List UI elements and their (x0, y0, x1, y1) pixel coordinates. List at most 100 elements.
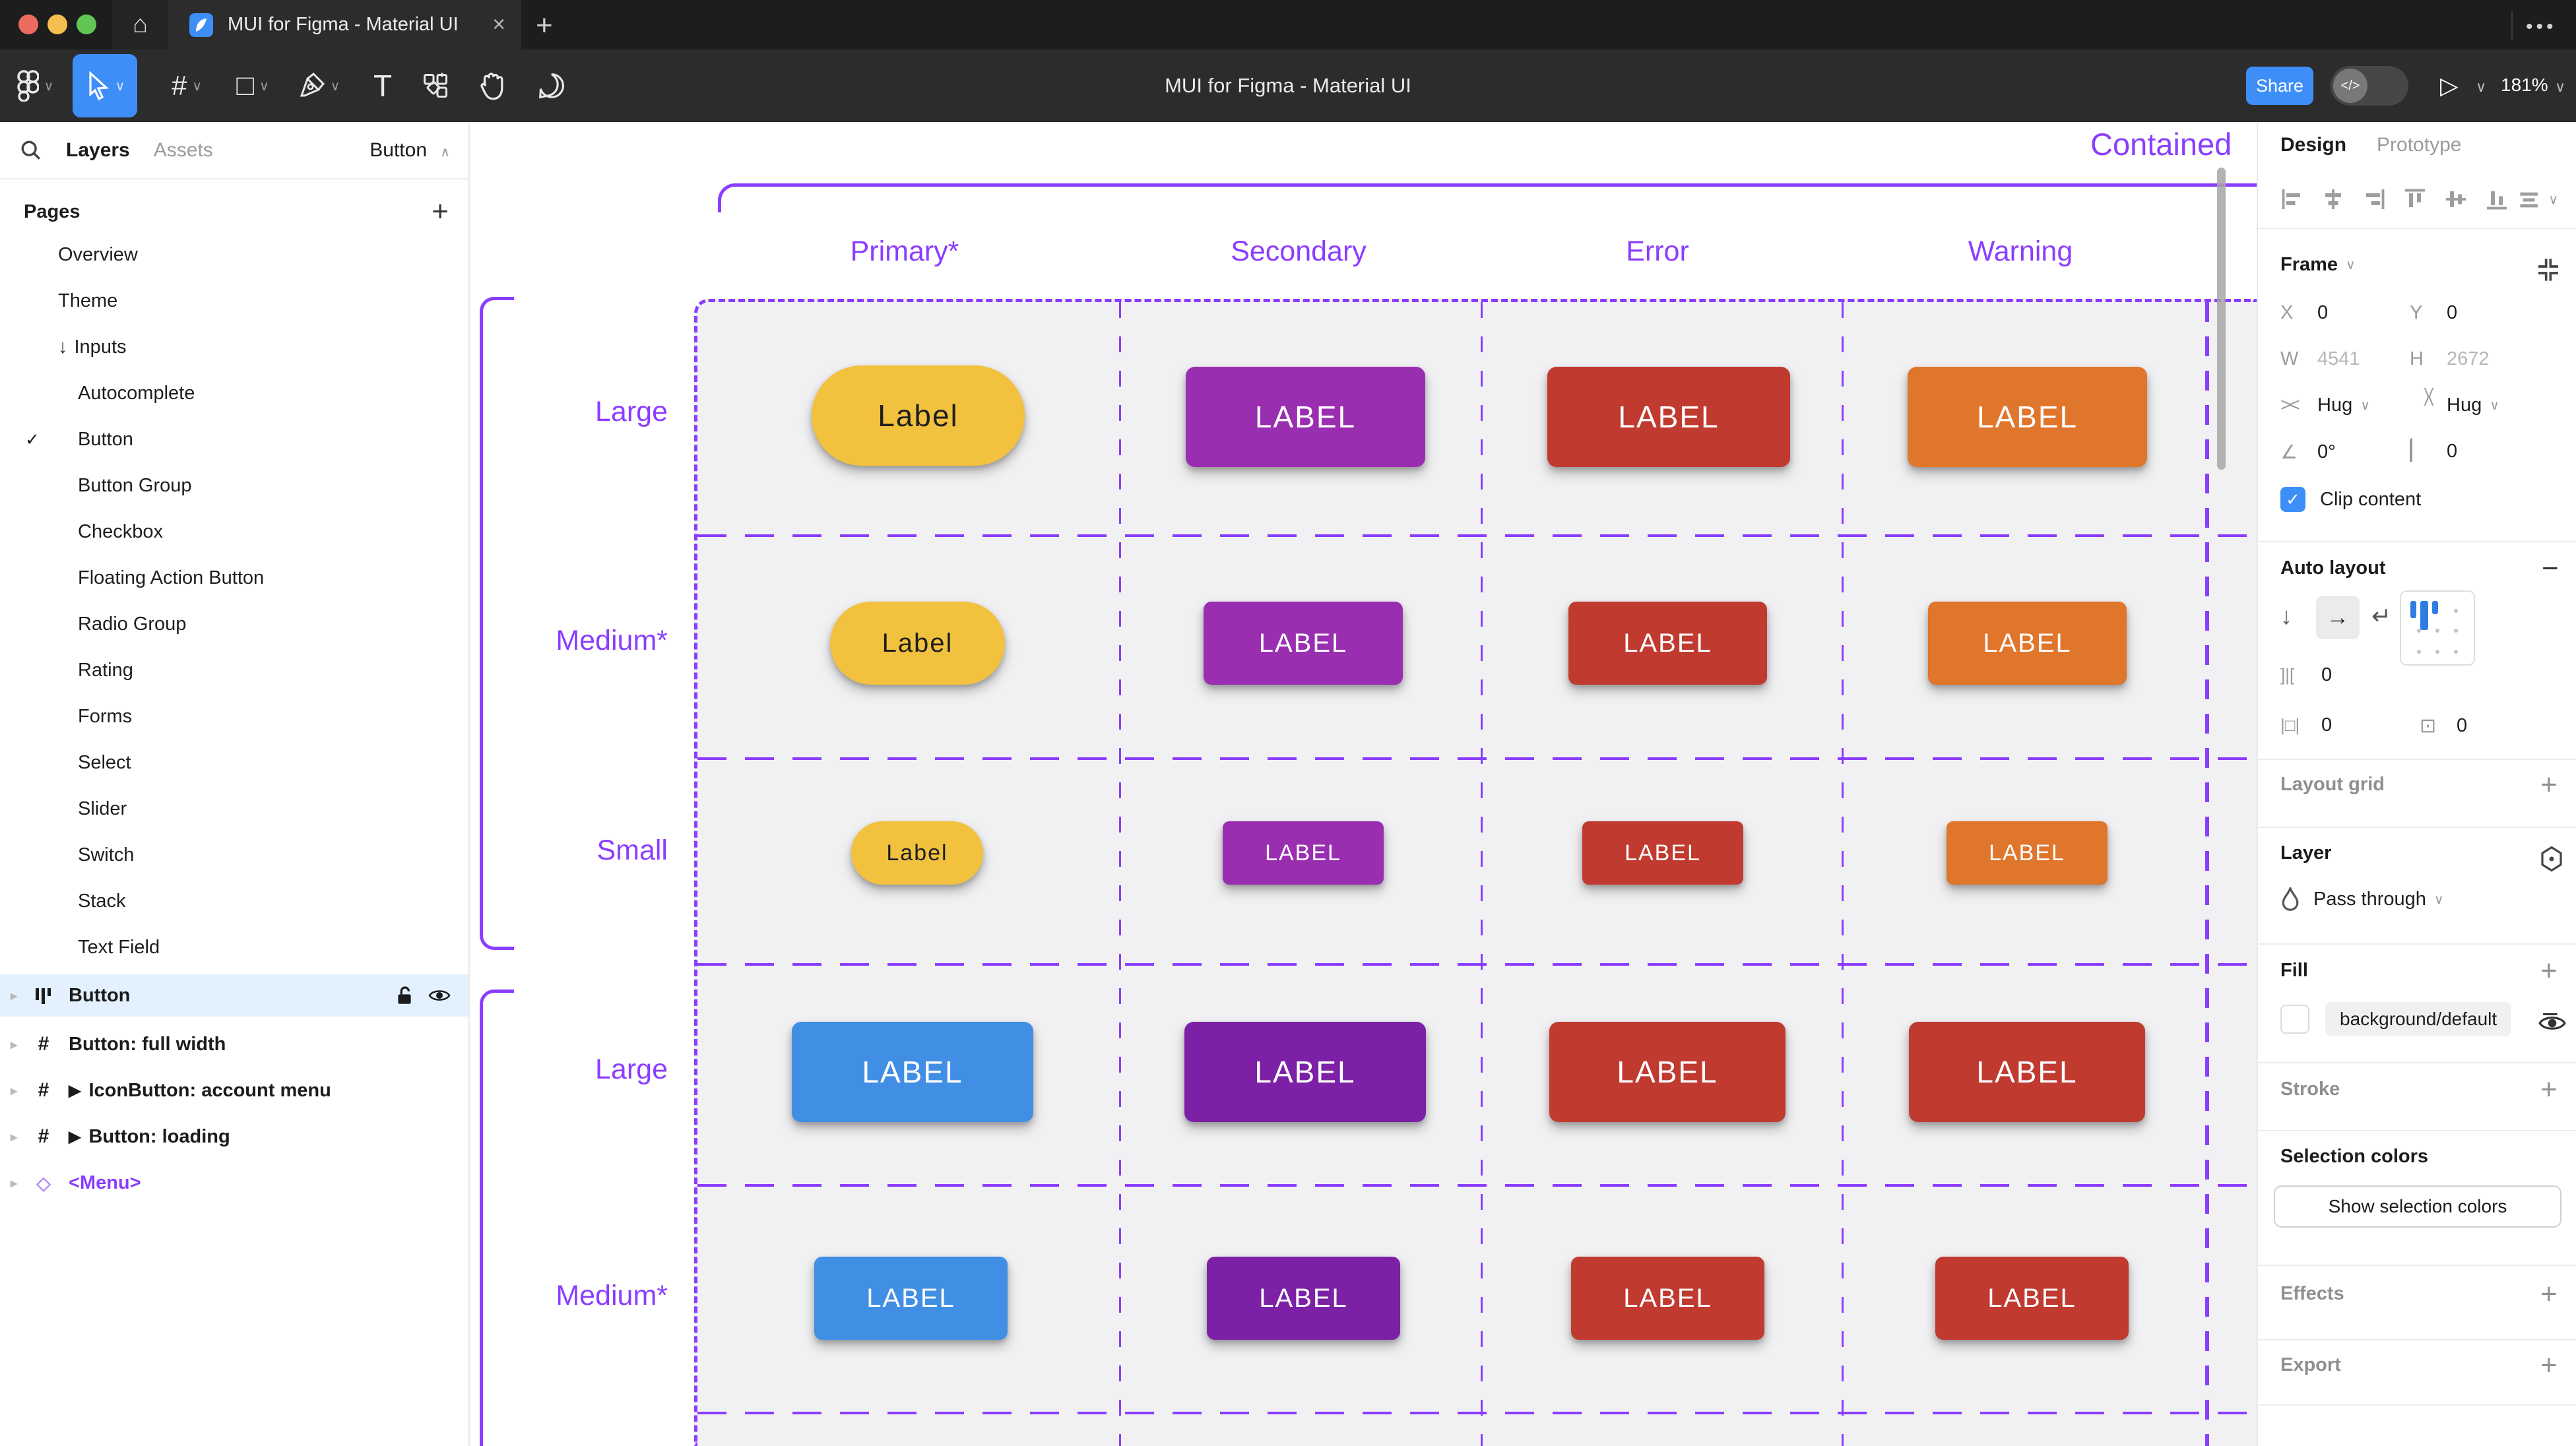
height-row[interactable]: H2672 (2410, 348, 2490, 370)
search-icon[interactable] (20, 139, 42, 162)
auto-layout-header[interactable]: Auto layout (2280, 557, 2386, 579)
mui-button-medium-warning[interactable]: LABEL (1935, 1257, 2129, 1340)
tab-prototype[interactable]: Prototype (2377, 134, 2461, 156)
h-value[interactable]: 2672 (2447, 348, 2490, 370)
mui-button-small-error[interactable]: LABEL (1582, 821, 1743, 885)
mui-button-large-error[interactable]: LABEL (1549, 1022, 1786, 1122)
position-y-row[interactable]: Y0 (2410, 302, 2457, 324)
expand-chevron-icon[interactable]: ▸ (11, 1175, 28, 1191)
traffic-close-button[interactable] (18, 15, 38, 34)
fill-color-swatch[interactable] (2280, 1005, 2309, 1034)
fill-row[interactable]: background/default (2280, 1002, 2511, 1036)
sidebar-page-checkbox[interactable]: Checkbox (0, 509, 468, 555)
layer-row-button-full-width[interactable]: ▸#Button: full width (0, 1023, 468, 1065)
mui-button-medium-primary[interactable]: Label (830, 602, 1005, 685)
export-header[interactable]: Export (2280, 1354, 2341, 1376)
tab-layers[interactable]: Layers (66, 139, 130, 162)
zoom-level[interactable]: 181% (2501, 75, 2548, 96)
align-top-icon[interactable] (2395, 183, 2435, 216)
sidebar-page-forms[interactable]: Forms (0, 693, 468, 739)
add-stroke-button[interactable]: + (2540, 1073, 2558, 1106)
clip-content-checkbox[interactable]: ✓ (2280, 487, 2305, 512)
traffic-minimize-button[interactable] (48, 15, 67, 34)
layout-direction-down[interactable]: ↓ (2280, 602, 2292, 630)
frame-title[interactable]: Contained (2090, 126, 2257, 168)
canvas-scrollbar[interactable] (2217, 168, 2226, 470)
mui-button-medium-error[interactable]: LABEL (1571, 1257, 1764, 1340)
expand-chevron-icon[interactable]: ▸ (11, 1036, 28, 1053)
width-row[interactable]: W4541 (2280, 348, 2360, 370)
mui-button-large-primary[interactable]: LABEL (792, 1022, 1033, 1122)
gap-row[interactable]: ]|[0 (2280, 664, 2332, 686)
sidebar-page-rating[interactable]: Rating (0, 647, 468, 693)
mui-button-medium-error[interactable]: LABEL (1568, 602, 1767, 685)
layer-row--menu-[interactable]: ▸◇<Menu> (0, 1162, 468, 1204)
sidebar-page-inputs[interactable]: ↓Inputs (0, 324, 468, 370)
tab-close-icon[interactable]: × (492, 12, 505, 38)
x-value[interactable]: 0 (2317, 302, 2328, 324)
mui-button-medium-secondary[interactable]: LABEL (1204, 602, 1403, 685)
chevron-down-icon[interactable]: ∨ (2476, 79, 2486, 96)
layer-header[interactable]: Layer (2280, 842, 2331, 864)
align-right-icon[interactable] (2354, 183, 2395, 216)
mui-button-large-warning[interactable]: LABEL (1908, 367, 2147, 467)
sidebar-page-text-field[interactable]: Text Field (0, 924, 468, 970)
browser-overflow-menu[interactable]: ••• (2526, 16, 2557, 38)
distribute-icon[interactable]: ∨ (2517, 183, 2558, 216)
align-bottom-icon[interactable] (2476, 183, 2517, 216)
page-selector[interactable]: Button ∧ (370, 139, 450, 162)
v-sizing-value[interactable]: Hug (2447, 394, 2482, 416)
home-tab-button[interactable]: ⌂ (112, 0, 168, 49)
show-selection-colors-button[interactable]: Show selection colors (2274, 1185, 2561, 1228)
remove-fill-button[interactable]: − (2542, 998, 2559, 1031)
layout-grid-header[interactable]: Layout grid (2280, 774, 2385, 796)
corner-radius-row[interactable]: 0 (2410, 441, 2457, 462)
add-page-button[interactable]: + (432, 195, 449, 228)
mui-button-large-warning[interactable]: LABEL (1909, 1022, 2145, 1122)
layer-row-button[interactable]: ▸Button (0, 974, 468, 1017)
sidebar-page-stack[interactable]: Stack (0, 878, 468, 924)
mui-button-medium-warning[interactable]: LABEL (1928, 602, 2127, 685)
expand-chevron-icon[interactable]: ▸ (11, 1083, 28, 1099)
tab-assets[interactable]: Assets (154, 139, 213, 162)
sidebar-page-switch[interactable]: Switch (0, 832, 468, 878)
layer-row-iconbutton-account-menu[interactable]: ▸#▶IconButton: account menu (0, 1069, 468, 1112)
sidebar-page-button[interactable]: ✓Button (0, 416, 468, 462)
align-vertical-center-icon[interactable] (2435, 183, 2476, 216)
mui-button-large-secondary[interactable]: LABEL (1184, 1022, 1426, 1122)
chevron-down-icon[interactable]: ∨ (2555, 79, 2565, 96)
expand-chevron-icon[interactable]: ▸ (11, 1129, 28, 1145)
expand-chevron-icon[interactable]: ▸ (11, 988, 28, 1004)
add-fill-button[interactable]: + (2540, 955, 2558, 988)
new-tab-button[interactable]: + (536, 9, 553, 42)
add-export-button[interactable]: + (2540, 1349, 2558, 1382)
clip-content-row[interactable]: ✓ Clip content (2280, 487, 2421, 512)
sidebar-page-floating-action-button[interactable]: Floating Action Button (0, 555, 468, 601)
frame-header[interactable]: Frame (2280, 254, 2338, 276)
align-horizontal-center-icon[interactable] (2313, 183, 2354, 216)
vertical-padding-row[interactable]: ⊡0 (2420, 714, 2467, 738)
sidebar-page-radio-group[interactable]: Radio Group (0, 601, 468, 647)
h-sizing-value[interactable]: Hug (2317, 394, 2352, 416)
tab-design[interactable]: Design (2280, 134, 2346, 156)
share-button[interactable]: Share (2246, 67, 2313, 105)
layer-row-button-loading[interactable]: ▸#▶Button: loading (0, 1116, 468, 1158)
fill-token-chip[interactable]: background/default (2325, 1002, 2511, 1036)
alignment-grid[interactable] (2400, 590, 2475, 666)
mui-button-large-secondary[interactable]: LABEL (1186, 367, 1425, 467)
mui-button-small-primary[interactable]: Label (851, 821, 983, 885)
present-button[interactable]: ▷ (2440, 72, 2459, 100)
sidebar-page-theme[interactable]: Theme (0, 278, 468, 324)
rotation-row[interactable]: ∠0° (2280, 441, 2336, 464)
corner-radius-value[interactable]: 0 (2447, 441, 2457, 462)
align-left-icon[interactable] (2272, 183, 2313, 216)
horizontal-padding-value[interactable]: 0 (2321, 714, 2332, 736)
vertical-padding-value[interactable]: 0 (2457, 715, 2467, 737)
blend-mode-row[interactable]: Pass through ∨ (2280, 887, 2444, 911)
horizontal-sizing-row[interactable]: ><Hug∨ (2280, 394, 2370, 416)
dev-mode-toggle[interactable]: </> (2331, 66, 2408, 106)
blend-mask-icon[interactable] (2538, 845, 2565, 873)
stroke-header[interactable]: Stroke (2280, 1079, 2340, 1100)
remove-auto-layout-button[interactable]: − (2542, 552, 2559, 585)
sidebar-page-select[interactable]: Select (0, 739, 468, 786)
